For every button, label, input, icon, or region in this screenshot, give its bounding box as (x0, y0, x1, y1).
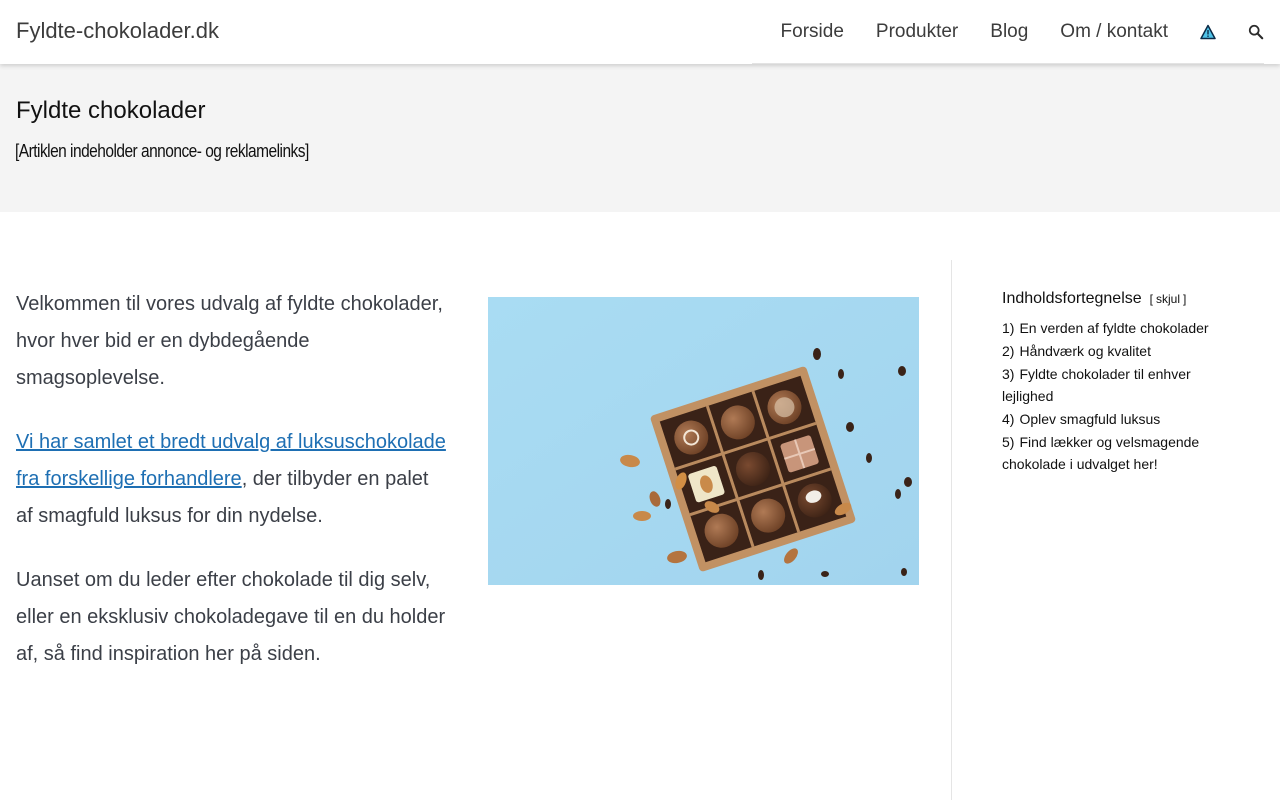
site-header: Fyldte-chokolader.dk Forside Produkter B… (0, 0, 1280, 64)
toc-hide-link[interactable]: skjul (1156, 292, 1180, 306)
nav-item-om-kontakt[interactable]: Om / kontakt (1060, 21, 1168, 43)
nav-underline (752, 63, 1264, 64)
link-paragraph: Vi har samlet et bredt udvalg af luksusc… (16, 424, 450, 535)
search-icon[interactable] (1248, 24, 1264, 40)
page-title: Fyldte chokolader (16, 97, 206, 124)
toc-link-4[interactable]: Oplev smagfuld luksus (1019, 411, 1160, 427)
nav-item-produkter[interactable]: Produkter (876, 21, 958, 43)
toc-item-number: 1) (1002, 320, 1015, 336)
toc-item-number: 3) (1002, 366, 1015, 382)
toc-item: 4) Oplev smagfuld luksus (1002, 408, 1242, 430)
toc-item-number: 2) (1002, 343, 1015, 359)
sidebar-divider (951, 260, 952, 800)
toc-item: 2) Håndværk og kvalitet (1002, 340, 1242, 362)
nav-item-blog[interactable]: Blog (990, 21, 1028, 43)
toc-item-number: 4) (1002, 411, 1015, 427)
chocolate-box-image (488, 297, 919, 585)
toc-title: Indholdsfortegnelse (1002, 290, 1142, 307)
ad-disclaimer: [Artiklen indeholder annonce- og reklame… (15, 141, 309, 161)
toc-toggle-open-bracket: [ (1149, 292, 1153, 306)
toc-item: 5) Find lækker og velsmagende chokolade i… (1002, 431, 1242, 475)
toc-link-3[interactable]: Fyldte chokolader til enhver lejlighed (1002, 366, 1191, 404)
toc-toggle-close-bracket: ] (1183, 292, 1187, 306)
toc-link-2[interactable]: Håndværk og kvalitet (1019, 343, 1151, 359)
warning-triangle-icon[interactable] (1200, 24, 1216, 40)
table-of-contents: Indholdsfortegnelse [skjul] 1) En verden … (1002, 290, 1242, 476)
inspiration-paragraph: Uanset om du leder efter chokolade til d… (16, 569, 446, 665)
toc-item: 3) Fyldte chokolader til enhver lejlighed (1002, 363, 1242, 407)
site-title-link[interactable]: Fyldte-chokolader.dk (16, 18, 219, 44)
toc-link-5[interactable]: Find lækker og velsmagende chokolade i u… (1002, 434, 1199, 472)
article-content: Velkommen til vores udvalg af fyldte cho… (16, 286, 450, 700)
toc-toggle: [skjul] (1150, 292, 1187, 306)
toc-item: 1) En verden af fyldte chokolader (1002, 317, 1242, 339)
page-title-band: Fyldte chokolader [Artiklen indeholder a… (0, 64, 1280, 212)
main-nav: Forside Produkter Blog Om / kontakt (781, 0, 1264, 64)
toc-header: Indholdsfortegnelse [skjul] (1002, 290, 1242, 308)
toc-link-1[interactable]: En verden af fyldte chokolader (1019, 320, 1208, 336)
toc-item-number: 5) (1002, 434, 1015, 450)
intro-paragraph: Velkommen til vores udvalg af fyldte cho… (16, 293, 443, 389)
toc-list: 1) En verden af fyldte chokolader 2) Håndv… (1002, 317, 1242, 475)
nav-item-forside[interactable]: Forside (781, 21, 844, 43)
